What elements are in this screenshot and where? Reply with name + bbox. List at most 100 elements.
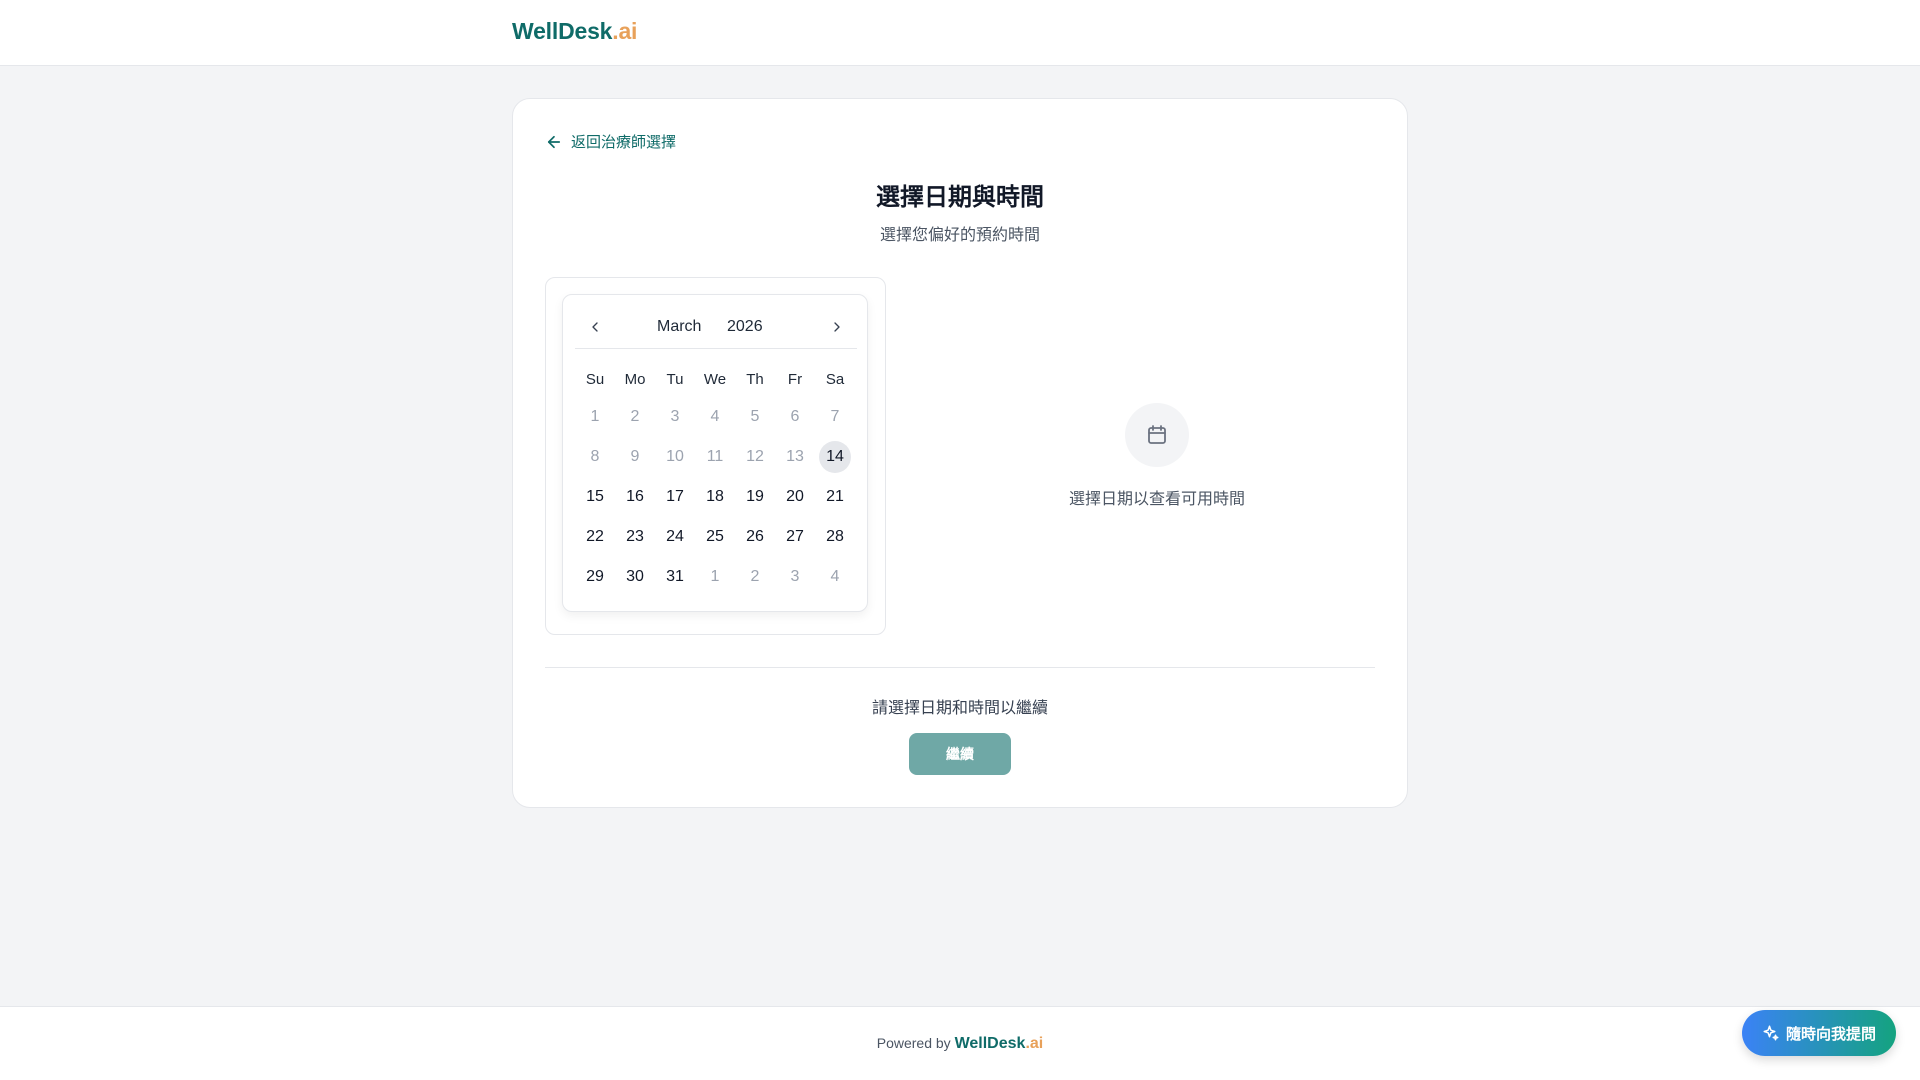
calendar-day[interactable]: 29 <box>575 557 615 597</box>
calendar-day[interactable]: 26 <box>735 517 775 557</box>
calendar-day-label: 24 <box>666 528 684 545</box>
selection-hint: 請選擇日期和時間以繼續 <box>871 700 1048 717</box>
calendar-day-label: 1 <box>710 568 720 585</box>
calendar-day[interactable]: 30 <box>615 557 655 597</box>
calendar-day-label: 2 <box>630 408 640 425</box>
weekday-label: Th <box>746 371 764 388</box>
calendar-day-label: 26 <box>746 528 764 545</box>
calendar-day-label: 21 <box>826 488 844 505</box>
calendar-day: 7 <box>815 397 855 437</box>
footer-brand-text: WellDesk <box>954 1035 1026 1052</box>
calendar-day[interactable]: 24 <box>655 517 695 557</box>
logo-suffix: .ai <box>612 18 638 44</box>
calendar-day-label: 10 <box>666 448 684 465</box>
booking-card: 返回治療師選擇 選擇日期與時間 選擇您偏好的預約時間 March 2026 Su… <box>512 98 1408 808</box>
calendar-day[interactable]: 18 <box>695 477 735 517</box>
calendar-day-label: 13 <box>786 448 804 465</box>
calendar-day[interactable]: 23 <box>615 517 655 557</box>
calendar-day: 2 <box>735 557 775 597</box>
calendar-day[interactable]: 16 <box>615 477 655 517</box>
calendar-day: 1 <box>695 557 735 597</box>
calendar-badge <box>1125 403 1189 467</box>
calendar-day-label: 4 <box>830 568 840 585</box>
footer-brand[interactable]: WellDesk.ai <box>955 1035 1044 1052</box>
calendar-day-label: 31 <box>666 568 684 585</box>
back-to-therapists-link[interactable]: 返回治療師選擇 <box>545 131 676 152</box>
year-select[interactable]: 2026 <box>727 318 763 336</box>
calendar-day: 2 <box>615 397 655 437</box>
continue-button[interactable]: 繼續 <box>909 733 1011 775</box>
weekday-label: We <box>703 371 727 388</box>
calendar-day[interactable]: 25 <box>695 517 735 557</box>
calendar-day-today[interactable]: 14 <box>815 437 855 477</box>
top-bar: WellDesk.ai <box>0 0 1920 66</box>
calendar-day-label: 3 <box>670 408 680 425</box>
calendar-day-label: 7 <box>830 408 840 425</box>
calendar-day-label: 27 <box>786 528 804 545</box>
previous-month-button[interactable] <box>581 313 609 341</box>
weekday-label: Fr <box>787 371 803 388</box>
calendar-day-label: 16 <box>626 488 644 505</box>
calendar-day-label: 25 <box>706 528 724 545</box>
back-link-label: 返回治療師選擇 <box>571 134 677 151</box>
calendar-day[interactable]: 22 <box>575 517 615 557</box>
calendar-day[interactable]: 27 <box>775 517 815 557</box>
calendar-day-label: 23 <box>626 528 644 545</box>
weekday-label: Su <box>585 371 605 388</box>
calendar-day[interactable]: 31 <box>655 557 695 597</box>
calendar-day[interactable]: 21 <box>815 477 855 517</box>
calendar-day-label: 29 <box>586 568 604 585</box>
calendar-day-label: 15 <box>586 488 604 505</box>
calendar-day: 8 <box>575 437 615 477</box>
calendar-day-label: 5 <box>750 408 760 425</box>
calendar-day-label: 17 <box>666 488 684 505</box>
calendar-day-label: 19 <box>746 488 764 505</box>
calendar-day[interactable]: 19 <box>735 477 775 517</box>
calendar-day-label: 8 <box>590 448 600 465</box>
calendar-day-label: 9 <box>630 448 640 465</box>
weekday-label: Sa <box>825 371 845 388</box>
time-slot-panel: 選擇日期以查看可用時間 <box>903 277 1379 635</box>
arrow-left-icon <box>547 135 561 148</box>
calendar-day: 4 <box>695 397 735 437</box>
calendar-day[interactable]: 28 <box>815 517 855 557</box>
date-picker: March 2026 Su Mo Tu We Th Fr Sa 12345678… <box>562 294 868 612</box>
calendar-day-label: 28 <box>826 528 844 545</box>
calendar-header: March 2026 <box>575 305 857 349</box>
weekday-header: Su Mo Tu We Th Fr Sa <box>575 371 857 388</box>
powered-by: Powered by WellDesk.ai <box>0 1035 1920 1053</box>
calendar-day-label: 6 <box>790 408 800 425</box>
calendar-icon <box>1148 425 1166 444</box>
month-select[interactable]: March <box>657 318 701 336</box>
footer: Powered by WellDesk.ai <box>0 1006 1920 1080</box>
calendar-day: 3 <box>655 397 695 437</box>
calendar-day: 6 <box>775 397 815 437</box>
ask-assistant-button[interactable]: 隨時向我提問 <box>1742 1010 1896 1056</box>
page-title: 選擇日期與時間 <box>876 184 1044 211</box>
calendar-day-label: 1 <box>590 408 600 425</box>
footer-brand-suffix: .ai <box>1025 1035 1044 1052</box>
calendar-container: March 2026 Su Mo Tu We Th Fr Sa 12345678… <box>545 277 886 635</box>
calendar-day[interactable]: 20 <box>775 477 815 517</box>
calendar-day-label: 11 <box>706 448 724 465</box>
calendar-day-label: 14 <box>819 441 851 473</box>
calendar-day-label: 4 <box>710 408 720 425</box>
powered-by-text: Powered by <box>876 1035 951 1051</box>
calendar-day[interactable]: 17 <box>655 477 695 517</box>
weekday-label: Mo <box>624 371 646 388</box>
logo[interactable]: WellDesk.ai <box>512 18 637 45</box>
page-subtitle: 選擇您偏好的預約時間 <box>879 227 1040 244</box>
calendar-day-label: 30 <box>626 568 644 585</box>
divider <box>545 667 1375 668</box>
weekday-label: Tu <box>666 371 684 388</box>
time-slot-empty-message: 選擇日期以查看可用時間 <box>1068 491 1245 508</box>
calendar-day-label: 18 <box>706 488 724 505</box>
next-month-button[interactable] <box>823 313 851 341</box>
calendar-day: 11 <box>695 437 735 477</box>
ask-assistant-label: 隨時向我提問 <box>1785 1025 1876 1043</box>
sparkle-icon <box>1763 1025 1779 1041</box>
calendar-day: 10 <box>655 437 695 477</box>
calendar-day[interactable]: 15 <box>575 477 615 517</box>
logo-text: WellDesk <box>512 18 613 44</box>
calendar-day: 9 <box>615 437 655 477</box>
